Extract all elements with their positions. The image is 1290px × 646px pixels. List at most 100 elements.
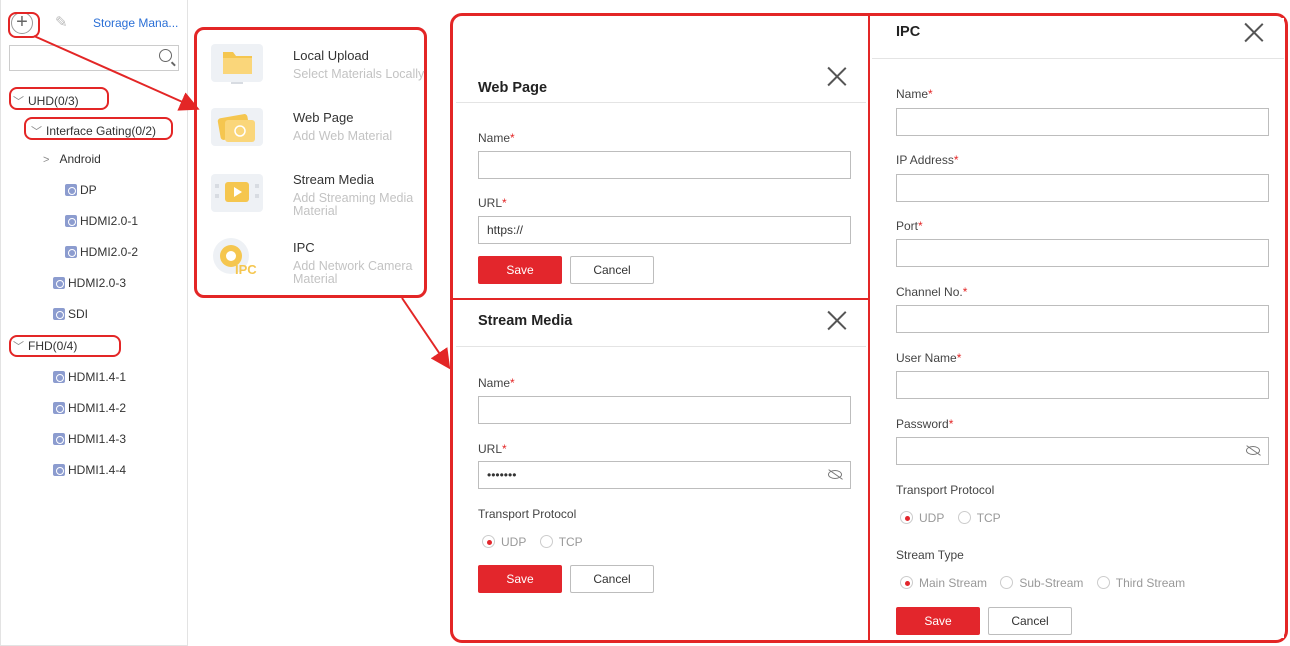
close-icon[interactable] bbox=[827, 310, 847, 330]
name-field[interactable] bbox=[896, 108, 1269, 136]
annotation-highlight-uhd bbox=[9, 87, 109, 110]
sub-stream-label: Sub-Stream bbox=[1019, 576, 1084, 590]
web-page-dialog: Web Page Name* URL* https:// Save Cancel bbox=[456, 18, 866, 298]
tree-node-sdi[interactable]: SDI bbox=[53, 305, 88, 323]
annotation-highlight-interface-gating bbox=[24, 117, 173, 140]
menu-item-ipc[interactable]: IPC IPC Add Network Camera Material bbox=[205, 230, 425, 288]
name-label: Name* bbox=[896, 87, 933, 101]
video-port-icon bbox=[65, 246, 77, 258]
video-icon bbox=[211, 174, 263, 212]
main-stream-label: Main Stream bbox=[919, 576, 988, 590]
transport-protocol-radio-group: UDP TCP bbox=[482, 535, 593, 549]
url-field[interactable]: https:// bbox=[478, 216, 851, 244]
tree-node-label: HDMI2.0-2 bbox=[80, 245, 139, 259]
tree-node-hdmi20-3[interactable]: HDMI2.0-3 bbox=[53, 274, 126, 292]
video-port-icon bbox=[53, 464, 65, 476]
user-name-label: User Name* bbox=[896, 351, 962, 365]
third-stream-label: Third Stream bbox=[1115, 576, 1186, 590]
menu-item-subtitle: Select Materials Locally bbox=[293, 67, 425, 81]
tree-node-hdmi20-1[interactable]: HDMI2.0-1 bbox=[65, 212, 138, 230]
tree-node-hdmi20-2[interactable]: HDMI2.0-2 bbox=[65, 243, 138, 261]
video-port-icon bbox=[65, 215, 77, 227]
url-label: URL* bbox=[478, 196, 507, 210]
pencil-icon[interactable]: ✎ bbox=[55, 13, 68, 31]
stream-media-dialog: Stream Media Name* URL* ••••••• Transpor… bbox=[456, 300, 866, 630]
save-button[interactable]: Save bbox=[896, 607, 980, 635]
video-port-icon bbox=[53, 277, 65, 289]
udp-label: UDP bbox=[501, 535, 527, 549]
menu-item-local-upload[interactable]: Local Upload Select Materials Locally bbox=[205, 38, 425, 96]
sub-stream-radio[interactable] bbox=[1000, 576, 1014, 589]
menu-item-subtitle: Add Network Camera Material bbox=[293, 259, 413, 286]
transport-protocol-radio-group: UDP TCP bbox=[900, 511, 1011, 525]
main-stream-radio[interactable] bbox=[900, 576, 913, 589]
svg-text:IPC: IPC bbox=[235, 262, 257, 277]
arrow-menu-to-dialogs bbox=[401, 297, 451, 370]
name-field[interactable] bbox=[478, 151, 851, 179]
search-input[interactable] bbox=[9, 45, 179, 71]
menu-item-title: Web Page bbox=[293, 110, 354, 125]
video-port-icon bbox=[53, 433, 65, 445]
annotation-vertical-divider bbox=[868, 15, 870, 641]
name-label: Name* bbox=[478, 131, 515, 145]
divider bbox=[456, 346, 866, 347]
udp-radio[interactable] bbox=[900, 511, 913, 524]
eye-off-icon[interactable] bbox=[1246, 446, 1260, 455]
cancel-button[interactable]: Cancel bbox=[988, 607, 1072, 635]
folder-icon bbox=[211, 44, 263, 84]
video-port-icon bbox=[53, 402, 65, 414]
tcp-radio[interactable] bbox=[957, 511, 971, 524]
tree-node-hdmi14-1[interactable]: HDMI1.4-1 bbox=[53, 368, 126, 386]
tree-node-hdmi14-4[interactable]: HDMI1.4-4 bbox=[53, 461, 126, 479]
tree-node-hdmi14-2[interactable]: HDMI1.4-2 bbox=[53, 399, 126, 417]
name-field[interactable] bbox=[478, 396, 851, 424]
annotation-highlight-add bbox=[8, 12, 40, 38]
tree-node-label: HDMI1.4-4 bbox=[68, 463, 127, 477]
close-icon[interactable] bbox=[1244, 22, 1264, 42]
cancel-button[interactable]: Cancel bbox=[570, 256, 654, 284]
dialog-title: Stream Media bbox=[478, 313, 573, 329]
storage-management-link[interactable]: Storage Mana... bbox=[93, 16, 178, 30]
menu-item-stream-media[interactable]: Stream Media Add Streaming Media Materia… bbox=[205, 168, 425, 226]
ip-address-field[interactable] bbox=[896, 174, 1269, 202]
tree-node-label: HDMI1.4-3 bbox=[68, 432, 127, 446]
url-password-field[interactable]: ••••••• bbox=[478, 461, 851, 489]
eye-off-icon[interactable] bbox=[828, 470, 842, 479]
ip-address-label: IP Address* bbox=[896, 153, 959, 167]
menu-item-title: Stream Media bbox=[293, 172, 374, 187]
tcp-radio[interactable] bbox=[539, 535, 553, 548]
tree-node-label: HDMI1.4-1 bbox=[68, 370, 127, 384]
close-icon[interactable] bbox=[827, 66, 847, 86]
tree-node-label: Android bbox=[59, 152, 101, 166]
udp-radio[interactable] bbox=[482, 535, 495, 548]
channel-no-label: Channel No.* bbox=[896, 285, 968, 299]
save-button[interactable]: Save bbox=[478, 565, 562, 593]
third-stream-radio[interactable] bbox=[1096, 576, 1110, 589]
add-material-menu: Local Upload Select Materials Locally We… bbox=[194, 27, 427, 298]
chevron-right-icon[interactable]: > bbox=[43, 151, 49, 169]
transport-protocol-label: Transport Protocol bbox=[478, 507, 577, 521]
web-page-icon bbox=[211, 108, 263, 146]
dialog-title: IPC bbox=[896, 24, 921, 40]
tree-node-hdmi14-3[interactable]: HDMI1.4-3 bbox=[53, 430, 126, 448]
udp-label: UDP bbox=[919, 511, 945, 525]
transport-protocol-label: Transport Protocol bbox=[896, 483, 995, 497]
tree-node-label: SDI bbox=[68, 307, 89, 321]
ipc-dialog: IPC Name* IP Address* Port* Channel No.*… bbox=[872, 18, 1284, 638]
user-name-field[interactable] bbox=[896, 371, 1269, 399]
cancel-button[interactable]: Cancel bbox=[570, 565, 654, 593]
divider bbox=[456, 102, 866, 103]
menu-item-title: Local Upload bbox=[293, 48, 369, 63]
save-button[interactable]: Save bbox=[478, 256, 562, 284]
masked-value: ••••••• bbox=[487, 468, 517, 482]
tcp-label: TCP bbox=[976, 511, 1001, 525]
tree-node-dp[interactable]: DP bbox=[65, 181, 97, 199]
password-field[interactable] bbox=[896, 437, 1269, 465]
port-field[interactable] bbox=[896, 239, 1269, 267]
menu-item-web-page[interactable]: Web Page Add Web Material bbox=[205, 102, 425, 160]
tree-node-label: HDMI2.0-1 bbox=[80, 214, 139, 228]
tree-node-android[interactable]: > Android bbox=[43, 150, 101, 168]
channel-no-field[interactable] bbox=[896, 305, 1269, 333]
password-label: Password* bbox=[896, 417, 954, 431]
search-icon[interactable] bbox=[159, 49, 172, 62]
